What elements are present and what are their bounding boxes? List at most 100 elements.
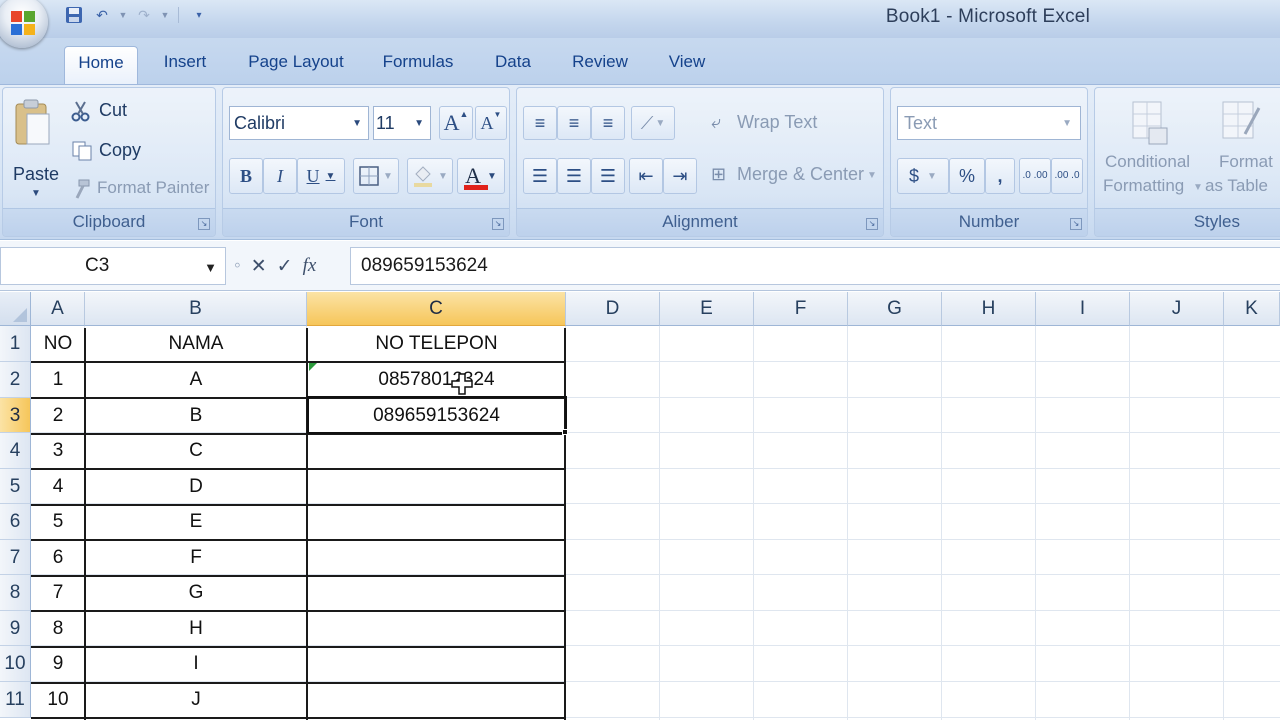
undo-icon[interactable]: ↶ bbox=[90, 3, 114, 27]
column-header-e[interactable]: E bbox=[660, 292, 754, 326]
fill-handle[interactable] bbox=[562, 429, 568, 435]
cell-no[interactable]: 1 bbox=[31, 362, 85, 398]
cell-telp[interactable]: 08578012324 bbox=[307, 362, 566, 398]
cell-nama[interactable]: B bbox=[85, 398, 307, 433]
worksheet-grid[interactable]: ABCDEFGHIJK 1 2 3 4 5 6 7 8 9 10 11 NO NAMA NO TELEP… bbox=[0, 292, 1280, 720]
column-header-b[interactable]: B bbox=[85, 292, 307, 326]
row-header-5[interactable]: 5 bbox=[0, 469, 31, 504]
column-header-j[interactable]: J bbox=[1130, 292, 1224, 326]
borders-button[interactable]: ▼ bbox=[353, 158, 399, 194]
column-header-i[interactable]: I bbox=[1036, 292, 1130, 326]
tab-data[interactable]: Data bbox=[484, 46, 542, 84]
tab-view[interactable]: View bbox=[656, 46, 718, 84]
name-box[interactable]: C3 ▼ bbox=[0, 247, 226, 285]
tab-formulas[interactable]: Formulas bbox=[372, 46, 464, 84]
header-cell-no[interactable]: NO bbox=[31, 326, 85, 362]
cell-telp[interactable] bbox=[307, 469, 566, 504]
row-header-1[interactable]: 1 bbox=[0, 326, 31, 362]
row-header-3[interactable]: 3 bbox=[0, 398, 31, 433]
cell-nama[interactable]: E bbox=[85, 504, 307, 540]
cell-no[interactable]: 4 bbox=[31, 469, 85, 504]
column-header-k[interactable]: K bbox=[1224, 292, 1280, 326]
header-cell-nama[interactable]: NAMA bbox=[85, 326, 307, 362]
cell-nama[interactable]: H bbox=[85, 611, 307, 646]
shrink-font-button[interactable]: A ▼ bbox=[475, 106, 507, 140]
tab-home[interactable]: Home bbox=[64, 46, 138, 84]
bold-button[interactable]: B bbox=[229, 158, 263, 194]
undo-dropdown-icon[interactable]: ▼ bbox=[118, 3, 128, 27]
cell-no[interactable]: 2 bbox=[31, 398, 85, 433]
insert-function-icon[interactable]: fx bbox=[303, 255, 317, 277]
column-header-f[interactable]: F bbox=[754, 292, 848, 326]
column-header-c[interactable]: C bbox=[307, 292, 566, 326]
cell-no[interactable]: 7 bbox=[31, 575, 85, 611]
column-header-h[interactable]: H bbox=[942, 292, 1036, 326]
align-right-icon[interactable]: ☰ bbox=[591, 158, 625, 194]
tab-insert[interactable]: Insert bbox=[152, 46, 218, 84]
row-header-10[interactable]: 10 bbox=[0, 646, 31, 682]
formula-input[interactable]: 089659153624 bbox=[350, 247, 1280, 285]
row-header-4[interactable]: 4 bbox=[0, 433, 31, 469]
decrease-indent-icon[interactable]: ⇤ bbox=[629, 158, 663, 194]
name-box-dropdown-icon[interactable]: ▼ bbox=[204, 260, 217, 275]
cell-no[interactable]: 3 bbox=[31, 433, 85, 469]
tab-review[interactable]: Review bbox=[562, 46, 638, 84]
increase-decimal-button[interactable]: .0 .00 bbox=[1019, 158, 1051, 194]
copy-button[interactable]: Copy bbox=[69, 138, 209, 166]
fill-color-button[interactable]: ▼ bbox=[407, 158, 453, 194]
conditional-formatting-button[interactable]: Conditional Formatting ▼ bbox=[1101, 96, 1203, 206]
align-top-icon[interactable]: ≡ bbox=[523, 106, 557, 140]
format-as-table-button[interactable]: Format as Table bbox=[1205, 96, 1280, 206]
cell-nama[interactable]: D bbox=[85, 469, 307, 504]
cell-telp[interactable] bbox=[307, 504, 566, 540]
paste-button[interactable]: Paste ▼ bbox=[9, 94, 59, 204]
header-cell-telp[interactable]: NO TELEPON bbox=[307, 326, 566, 362]
customize-qat-icon[interactable]: ▾ bbox=[187, 3, 211, 27]
comma-button[interactable]: , bbox=[985, 158, 1015, 194]
increase-indent-icon[interactable]: ⇥ bbox=[663, 158, 697, 194]
cell-telp[interactable] bbox=[307, 682, 566, 718]
align-left-icon[interactable]: ☰ bbox=[523, 158, 557, 194]
decrease-decimal-button[interactable]: .00 .0 bbox=[1051, 158, 1083, 194]
cell-no[interactable]: 10 bbox=[31, 682, 85, 718]
row-header-11[interactable]: 11 bbox=[0, 682, 31, 718]
wrap-text-button[interactable]: ⤶ Wrap Text bbox=[707, 108, 857, 140]
percent-button[interactable]: % bbox=[949, 158, 985, 194]
font-size-select[interactable]: 11 ▼ bbox=[373, 106, 431, 140]
alignment-launcher-icon[interactable]: ↘ bbox=[866, 218, 878, 230]
select-all-button[interactable] bbox=[0, 292, 31, 326]
align-center-icon[interactable]: ☰ bbox=[557, 158, 591, 194]
merge-center-button[interactable]: ⊞ Merge & Center ▼ bbox=[707, 160, 877, 192]
cancel-icon[interactable]: ✕ bbox=[251, 255, 267, 278]
cell-nama[interactable]: G bbox=[85, 575, 307, 611]
number-launcher-icon[interactable]: ↘ bbox=[1070, 218, 1082, 230]
redo-dropdown-icon[interactable]: ▼ bbox=[160, 3, 170, 27]
enter-icon[interactable]: ✓ bbox=[277, 255, 293, 278]
align-bottom-icon[interactable]: ≡ bbox=[591, 106, 625, 140]
format-painter-button[interactable]: Format Painter bbox=[69, 176, 215, 204]
column-header-a[interactable]: A bbox=[31, 292, 85, 326]
cell-nama[interactable]: C bbox=[85, 433, 307, 469]
active-cell-c3[interactable] bbox=[307, 396, 567, 434]
cell-no[interactable]: 6 bbox=[31, 540, 85, 575]
row-header-6[interactable]: 6 bbox=[0, 504, 31, 540]
number-format-select[interactable]: Text ▼ bbox=[897, 106, 1081, 140]
cell-nama[interactable]: I bbox=[85, 646, 307, 682]
italic-button[interactable]: I bbox=[263, 158, 297, 194]
align-middle-icon[interactable]: ≡ bbox=[557, 106, 591, 140]
cell-telp[interactable] bbox=[307, 611, 566, 646]
redo-icon[interactable]: ↷ bbox=[132, 3, 156, 27]
cell-telp[interactable] bbox=[307, 540, 566, 575]
column-header-d[interactable]: D bbox=[566, 292, 660, 326]
row-header-2[interactable]: 2 bbox=[0, 362, 31, 398]
tab-page-layout[interactable]: Page Layout bbox=[236, 46, 356, 84]
cell-telp[interactable] bbox=[307, 646, 566, 682]
number-as-text-indicator-icon[interactable] bbox=[309, 363, 317, 371]
cell-telp[interactable] bbox=[307, 575, 566, 611]
row-header-9[interactable]: 9 bbox=[0, 611, 31, 646]
underline-button[interactable]: U ▼ bbox=[297, 158, 345, 194]
cell-nama[interactable]: J bbox=[85, 682, 307, 718]
cell-no[interactable]: 8 bbox=[31, 611, 85, 646]
save-icon[interactable] bbox=[62, 3, 86, 27]
cell-nama[interactable]: F bbox=[85, 540, 307, 575]
